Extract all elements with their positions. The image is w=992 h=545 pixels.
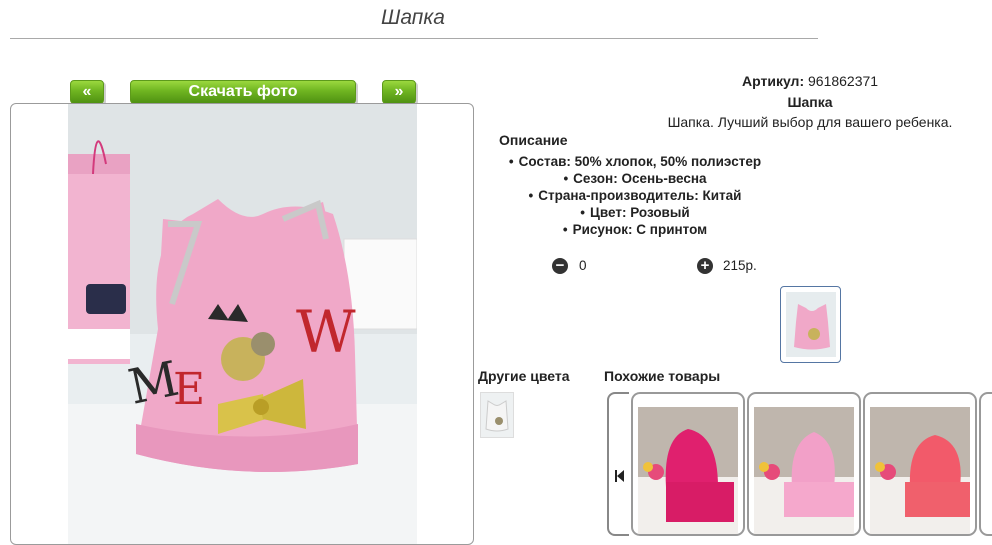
main-photo-frame: M E W [10, 103, 474, 545]
minus-circle-icon[interactable]: − [552, 258, 568, 274]
sku-value: 961862371 [808, 73, 879, 89]
attribute-item: Состав: 50% хлопок, 50% полиэстер [470, 153, 800, 170]
quantity-value: 0 [579, 258, 587, 273]
main-product-photo[interactable]: M E W [68, 104, 417, 544]
title-divider [10, 38, 818, 39]
thumbnail-image [786, 292, 836, 357]
price: 215р. [723, 258, 757, 273]
similar-product-card[interactable] [979, 392, 992, 536]
page-title: Шапка [381, 6, 445, 29]
sku-label: Артикул: [742, 73, 805, 89]
product-short-description: Шапка. Лучший выбор для вашего ребенка. [667, 114, 953, 130]
similar-product-card[interactable] [863, 392, 977, 536]
similar-product-card[interactable] [631, 392, 745, 536]
similar-product-card[interactable] [747, 392, 861, 536]
photo-thumbnail[interactable] [780, 286, 841, 363]
similar-product-image [870, 407, 970, 534]
carousel-first-button[interactable] [607, 392, 629, 536]
hat-photo-illustration: M E W [68, 104, 417, 544]
sku-line: Артикул: 961862371 [742, 73, 982, 89]
download-photo-button[interactable]: Скачать фото [130, 80, 356, 104]
product-name: Шапка [787, 94, 833, 110]
attribute-item: Рисунок: С принтом [470, 221, 800, 238]
attribute-item: Страна-производитель: Китай [470, 187, 800, 204]
svg-text:E: E [173, 364, 205, 415]
next-photo-button[interactable]: » [382, 80, 416, 104]
plus-circle-icon[interactable]: + [697, 258, 713, 274]
other-color-thumbnail[interactable] [480, 392, 514, 438]
prev-photo-button[interactable]: « [70, 80, 104, 104]
other-colors-heading: Другие цвета [478, 368, 570, 384]
description-heading: Описание [499, 132, 568, 148]
similar-products-heading: Похожие товары [604, 368, 721, 384]
attribute-list: Состав: 50% хлопок, 50% полиэстер Сезон:… [470, 153, 800, 238]
similar-product-image [754, 407, 854, 534]
svg-text:W: W [296, 298, 356, 366]
similar-product-image [638, 407, 738, 534]
attribute-item: Сезон: Осень-весна [470, 170, 800, 187]
attribute-item: Цвет: Розовый [470, 204, 800, 221]
